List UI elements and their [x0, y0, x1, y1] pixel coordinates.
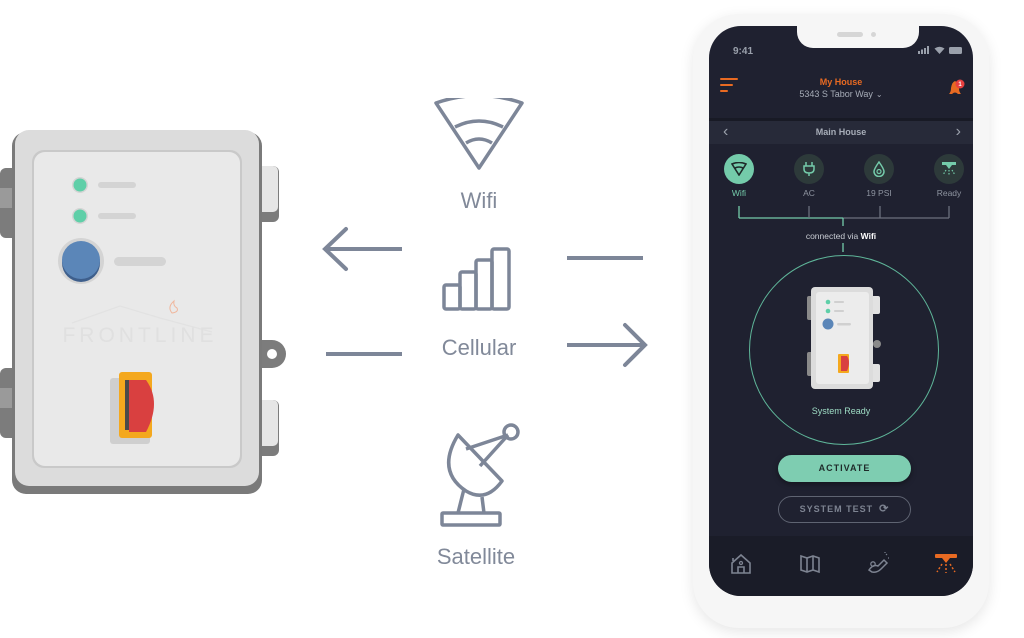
tab-home[interactable] — [729, 552, 755, 578]
status-item-label: AC — [803, 188, 815, 198]
wifi-status-icon — [934, 46, 945, 54]
controller-box-illustration: FRONTLINE — [0, 130, 286, 494]
activate-button[interactable]: ACTIVATE — [778, 455, 911, 482]
status-item-ac[interactable]: AC — [784, 154, 834, 198]
status-bar-icons — [918, 46, 963, 54]
test-push-button — [62, 241, 100, 279]
hand-spray-icon — [867, 552, 889, 573]
home-icon — [731, 553, 751, 574]
wifi-icon — [433, 98, 525, 172]
wifi-icon — [724, 154, 754, 184]
tab-sprinkler[interactable] — [934, 552, 960, 578]
tab-map[interactable] — [798, 552, 824, 578]
status-led-1 — [73, 178, 87, 192]
system-test-label: SYSTEM TEST — [799, 504, 874, 514]
status-item-label: 19 PSI — [866, 188, 892, 198]
connected-via-text: connected via Wifi — [805, 231, 877, 241]
sprinkler-icon — [935, 554, 957, 573]
house-title: My House — [819, 77, 863, 87]
phone-notch — [797, 26, 919, 48]
satellite-label: Satellite — [436, 544, 516, 569]
status-item-label: Wifi — [731, 188, 747, 198]
cellular-label: Cellular — [441, 335, 517, 360]
water-drop-icon — [864, 154, 894, 184]
wifi-label: Wifi — [460, 188, 498, 213]
controller-thumbnail — [807, 287, 881, 389]
connection-tree-lines — [738, 206, 950, 252]
illustration-stage: FRONTLINE Wifi Cellular Satellite 9:41 M… — [0, 0, 1024, 638]
connected-via-method: Wifi — [860, 231, 877, 241]
frontline-watermark: FRONTLINE — [62, 324, 217, 347]
status-item-ready[interactable]: Ready — [924, 154, 973, 198]
arrow-left-icon — [320, 226, 404, 272]
arrow-right-icon — [567, 322, 651, 368]
address-text: 5343 S Tabor Way — [799, 89, 873, 99]
signal-bars-icon — [918, 46, 929, 54]
sprinkler-icon — [934, 154, 964, 184]
connector-line-right — [567, 248, 643, 266]
map-icon — [800, 554, 820, 574]
chevron-down-icon: ⌄ — [875, 90, 883, 99]
system-test-button[interactable]: SYSTEM TEST ⟳ — [778, 496, 911, 523]
connector-line-left — [326, 344, 402, 362]
status-bar-time: 9:41 — [733, 46, 754, 57]
tab-spray[interactable] — [866, 552, 892, 578]
bottom-tab-bar — [709, 536, 973, 596]
satellite-dish-icon — [436, 421, 522, 527]
status-item-pressure[interactable]: 19 PSI — [854, 154, 904, 198]
system-status-row: Wifi AC 19 PSI Ready — [709, 154, 973, 204]
phone-screen: 9:41 My House 5343 S Tabor Way ⌄ 1 ‹ Main… — [709, 26, 973, 596]
battery-icon — [949, 46, 962, 54]
next-house-button[interactable]: › — [956, 123, 961, 141]
status-item-wifi[interactable]: Wifi — [714, 154, 764, 198]
house-selector-bar: ‹ Main House › — [709, 118, 973, 144]
plug-icon — [794, 154, 824, 184]
address-selector[interactable]: 5343 S Tabor Way ⌄ — [709, 89, 973, 99]
system-status-text: System Ready — [811, 406, 871, 416]
cellular-signal-icon — [442, 247, 516, 311]
status-led-2 — [73, 209, 87, 223]
sync-icon: ⟳ — [879, 503, 890, 515]
notification-bell-icon[interactable]: 1 — [946, 78, 966, 98]
house-name: Main House — [815, 127, 867, 137]
status-item-label: Ready — [936, 188, 962, 198]
frontline-controller-box: FRONTLINE — [0, 128, 300, 498]
